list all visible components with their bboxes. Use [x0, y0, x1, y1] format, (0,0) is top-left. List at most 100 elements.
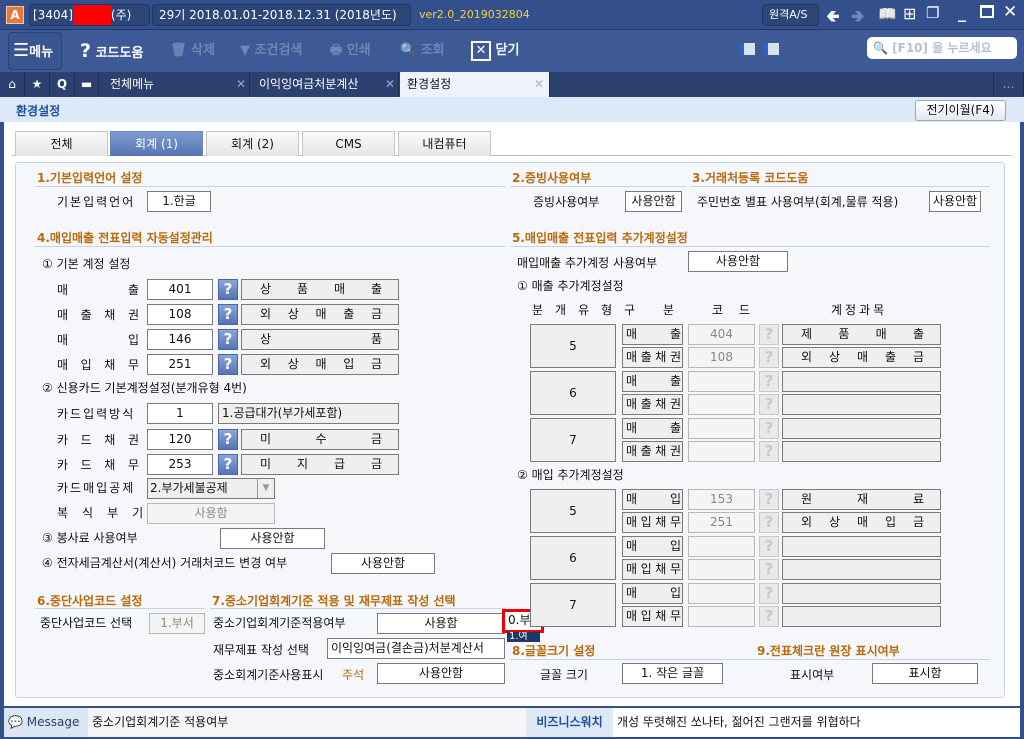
tab-all[interactable]: 전체: [15, 131, 108, 156]
purchase-type-6: 6: [530, 536, 616, 580]
default-language-field[interactable]: 1.한글: [147, 191, 211, 212]
card-deduct-select[interactable]: 2.부가세불공제 ▼: [147, 478, 275, 499]
layout-icon-1[interactable]: [739, 43, 755, 55]
star-icon[interactable]: ★: [25, 72, 50, 97]
code-help-icon[interactable]: ?: [218, 329, 238, 350]
search-icon: 🔍: [873, 41, 888, 55]
sme-mark-field[interactable]: 사용안함: [377, 663, 505, 684]
code-help-icon[interactable]: ?: [759, 324, 779, 345]
fs-select-field[interactable]: 이익잉여금(결손금)처분계산서: [327, 638, 505, 659]
calendar-icon[interactable]: ▬: [75, 72, 99, 97]
divider: [35, 186, 505, 187]
code-help-icon[interactable]: ?: [759, 536, 779, 557]
extra-code-field[interactable]: [688, 606, 755, 627]
code-help-icon[interactable]: ?: [218, 429, 238, 450]
period-selector[interactable]: 29기 2018.01.01-2018.12.31 (2018년도): [152, 4, 411, 26]
tab-retained-earnings[interactable]: 이익잉여금처분계산 ✕: [250, 72, 399, 97]
extra-code-field[interactable]: 251: [688, 512, 755, 533]
code-help-button[interactable]: ? 코드도움: [80, 39, 143, 63]
column-header-type: 분개유형: [532, 303, 625, 317]
condition-search-button[interactable]: ▼ 조건검색: [240, 39, 302, 63]
sme-standard-field[interactable]: 사용함: [377, 613, 505, 634]
tab-accounting-2[interactable]: 회계 (2): [206, 131, 299, 156]
forward-arrow-icon[interactable]: 🢂: [851, 4, 865, 33]
card-input-code-field[interactable]: 1: [147, 403, 213, 424]
code-help-icon[interactable]: ?: [218, 454, 238, 475]
extra-code-field[interactable]: 404: [688, 324, 755, 345]
company-selector[interactable]: [3404] (주): [29, 4, 150, 26]
extra-code-field[interactable]: [688, 371, 755, 392]
code-help-icon[interactable]: ?: [759, 489, 779, 510]
code-help-icon[interactable]: ?: [218, 304, 238, 325]
account-code-field[interactable]: 108: [147, 304, 213, 325]
extra-account-use-field[interactable]: 사용안함: [688, 251, 788, 272]
quick-search-icon[interactable]: Q: [50, 72, 75, 97]
delete-button[interactable]: 🗑 삭제: [170, 39, 215, 63]
ledger-display-field[interactable]: 표시함: [872, 663, 978, 684]
redacted-block: [72, 5, 111, 25]
service-charge-field[interactable]: 사용안함: [220, 528, 325, 549]
code-help-icon[interactable]: ?: [759, 606, 779, 627]
code-help-icon[interactable]: ?: [218, 354, 238, 375]
menu-button[interactable]: ☰메뉴: [8, 32, 62, 70]
chevron-down-icon[interactable]: ▼: [257, 479, 274, 498]
account-code-field[interactable]: 251: [147, 354, 213, 375]
close-window-icon[interactable]: ✕: [1003, 2, 1017, 22]
close-tab-icon[interactable]: ✕: [534, 72, 544, 97]
code-help-icon[interactable]: ?: [759, 418, 779, 439]
card-account-code-field[interactable]: 120: [147, 429, 213, 450]
extra-code-field[interactable]: [688, 394, 755, 415]
layout-icon-2[interactable]: [763, 43, 779, 55]
card-account-code-field[interactable]: 253: [147, 454, 213, 475]
account-code-field[interactable]: 146: [147, 329, 213, 350]
evidence-use-field[interactable]: 사용안함: [625, 191, 682, 212]
code-help-icon[interactable]: ?: [759, 394, 779, 415]
discontinued-code-label: 중단사업코드 선택: [40, 616, 133, 630]
close-tab-icon[interactable]: ✕: [236, 72, 246, 97]
tab-my-computer[interactable]: 내컴퓨터: [398, 131, 491, 156]
close-button[interactable]: ✕ 닫기: [471, 39, 519, 63]
code-help-icon[interactable]: ?: [759, 347, 779, 368]
news-ticker[interactable]: 개성 뚜렷해진 쏘나타, 젊어진 그랜저를 위협하다: [613, 708, 1020, 737]
menu-search-input[interactable]: 🔍 [F10] 을 누르세요: [867, 37, 1017, 59]
message-tab[interactable]: 💬 Message: [4, 708, 88, 737]
extra-code-field[interactable]: [688, 583, 755, 604]
extra-account-name: [782, 559, 941, 580]
home-icon[interactable]: ⌂: [0, 72, 25, 97]
remote-as-button[interactable]: 원격A/S: [762, 4, 819, 26]
tab-accounting-1[interactable]: 회계 (1): [110, 131, 203, 156]
code-help-icon[interactable]: ?: [759, 512, 779, 533]
account-code-field[interactable]: 401: [147, 279, 213, 300]
close-tab-icon[interactable]: ✕: [385, 72, 395, 97]
maximize-icon[interactable]: [980, 5, 994, 18]
extra-code-field[interactable]: [688, 559, 755, 580]
basic-account-subtitle: ① 기본 계정 설정: [42, 257, 131, 271]
window-switch-icon[interactable]: ❐: [926, 4, 939, 22]
extra-code-field[interactable]: [688, 441, 755, 462]
extra-code-field[interactable]: [688, 536, 755, 557]
inquiry-button[interactable]: 🔍 조회: [400, 39, 445, 63]
tab-full-menu[interactable]: 전체메뉴 ✕: [99, 72, 250, 97]
column-header-kind: 구분: [624, 303, 703, 317]
extra-code-field[interactable]: 108: [688, 347, 755, 368]
dropdown-option-yes[interactable]: 1.여: [507, 632, 540, 642]
code-help-icon[interactable]: ?: [759, 371, 779, 392]
tab-cms[interactable]: CMS: [302, 131, 395, 156]
etax-change-field[interactable]: 사용안함: [331, 553, 435, 574]
code-help-icon[interactable]: ?: [759, 441, 779, 462]
extra-code-field[interactable]: 153: [688, 489, 755, 510]
grid-icon[interactable]: ⊞: [903, 4, 916, 23]
book-icon[interactable]: 📖: [878, 5, 897, 23]
print-button[interactable]: 🖶 인쇄: [330, 39, 371, 63]
extra-code-field[interactable]: [688, 418, 755, 439]
minimize-icon[interactable]: _: [958, 3, 966, 22]
carry-over-button[interactable]: 전기이월(F4): [915, 100, 1006, 121]
more-tabs-icon[interactable]: …: [993, 72, 1024, 97]
code-help-icon[interactable]: ?: [759, 583, 779, 604]
rrn-mask-field[interactable]: 사용안함: [929, 191, 981, 212]
font-size-field[interactable]: 1. 작은 글꼴: [622, 663, 723, 684]
back-arrow-icon[interactable]: 🢀: [826, 4, 840, 33]
code-help-icon[interactable]: ?: [759, 559, 779, 580]
tab-settings[interactable]: 환경설정 ✕: [400, 72, 550, 97]
code-help-icon[interactable]: ?: [218, 279, 238, 300]
